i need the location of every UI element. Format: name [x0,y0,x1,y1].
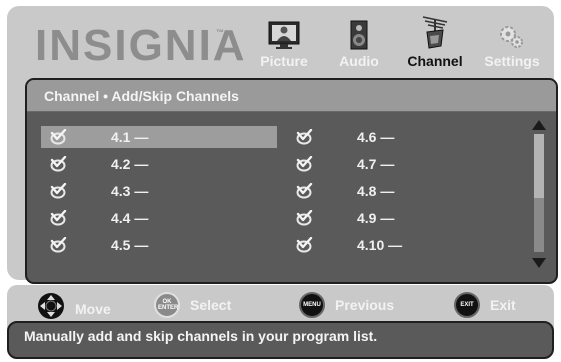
channel-checkmark-icon[interactable] [293,207,315,229]
channel-row[interactable]: 4.3 — [41,180,277,202]
exit-button-text: EXIT [460,302,474,308]
channel-checkmark-icon[interactable] [293,234,315,256]
channel-checkmark-icon[interactable] [47,153,69,175]
ok-enter-button-text: OK ENTER [158,299,179,311]
channel-checkmark-icon[interactable] [47,180,69,202]
channel-row[interactable]: 4.1 — [41,126,277,148]
channel-row[interactable]: 4.9 — [287,207,487,229]
ok-enter-button-icon: OK ENTER [154,292,180,318]
picture-icon [254,14,314,52]
settings-gears-icon [478,14,546,52]
footer-panel: Move OK ENTER Select MENU Previous EXIT … [7,285,554,359]
channel-number: 4.4 — [111,210,149,226]
channel-number: 4.1 — [111,129,149,145]
channel-antenna-icon [400,14,470,52]
channel-row[interactable]: 4.5 — [41,234,277,256]
brand-trademark: ™ [216,28,224,37]
channel-checkmark-icon[interactable] [293,153,315,175]
tab-audio[interactable]: Audio [329,14,389,69]
channel-row[interactable]: 4.10 — [287,234,487,256]
channel-number: 4.5 — [111,237,149,253]
tab-settings-label: Settings [484,53,540,69]
scroll-down-arrow-icon[interactable] [531,256,547,274]
channel-checkmark-icon[interactable] [47,126,69,148]
hint-select-label: Select [190,297,232,313]
tab-audio-label: Audio [339,53,379,69]
hint-move-label: Move [75,300,111,317]
channel-checkmark-icon[interactable] [293,126,315,148]
channel-number: 4.6 — [357,129,395,145]
channel-checkmark-icon[interactable] [293,180,315,202]
brand-logo: INSIGNIA [35,21,247,70]
tab-picture[interactable]: Picture [254,14,314,69]
hint-previous: MENU Previous [299,292,394,318]
hint-previous-label: Previous [335,297,395,313]
panel-title: Channel • Add/Skip Channels [27,80,556,112]
scrollbar-thumb[interactable] [534,134,544,198]
channel-row[interactable]: 4.8 — [287,180,487,202]
hint-exit: EXIT Exit [454,292,516,318]
hint-exit-label: Exit [490,297,516,313]
channel-row[interactable]: 4.6 — [287,126,487,148]
channel-number: 4.3 — [111,183,149,199]
tab-channel[interactable]: Channel [400,14,470,69]
channel-number: 4.7 — [357,156,395,172]
menu-button-text: MENU [303,302,321,308]
tab-channel-label: Channel [407,53,463,69]
channel-number: 4.9 — [357,210,395,226]
hint-select: OK ENTER Select [154,292,231,318]
channel-checkmark-icon[interactable] [47,234,69,256]
channel-number: 4.8 — [357,183,395,199]
help-text-box: Manually add and skip channels in your p… [7,321,554,359]
top-menu-panel: INSIGNIA ™ Picture Audio Channel Setting… [7,6,558,284]
scrollbar-track[interactable] [534,134,544,252]
help-text: Manually add and skip channels in your p… [24,328,378,344]
tab-settings[interactable]: Settings [478,14,546,69]
channel-row[interactable]: 4.2 — [41,153,277,175]
audio-speaker-icon [329,14,389,52]
tab-picture-label: Picture [260,53,308,69]
menu-button-icon: MENU [299,292,325,318]
channel-number: 4.10 — [357,237,403,253]
channel-number: 4.2 — [111,156,149,172]
channel-list-panel: Channel • Add/Skip Channels 4.1 — 4.2 — 4.… [25,78,558,284]
exit-button-icon: EXIT [454,292,480,318]
channel-row[interactable]: 4.7 — [287,153,487,175]
channel-checkmark-icon[interactable] [47,207,69,229]
channel-row[interactable]: 4.4 — [41,207,277,229]
